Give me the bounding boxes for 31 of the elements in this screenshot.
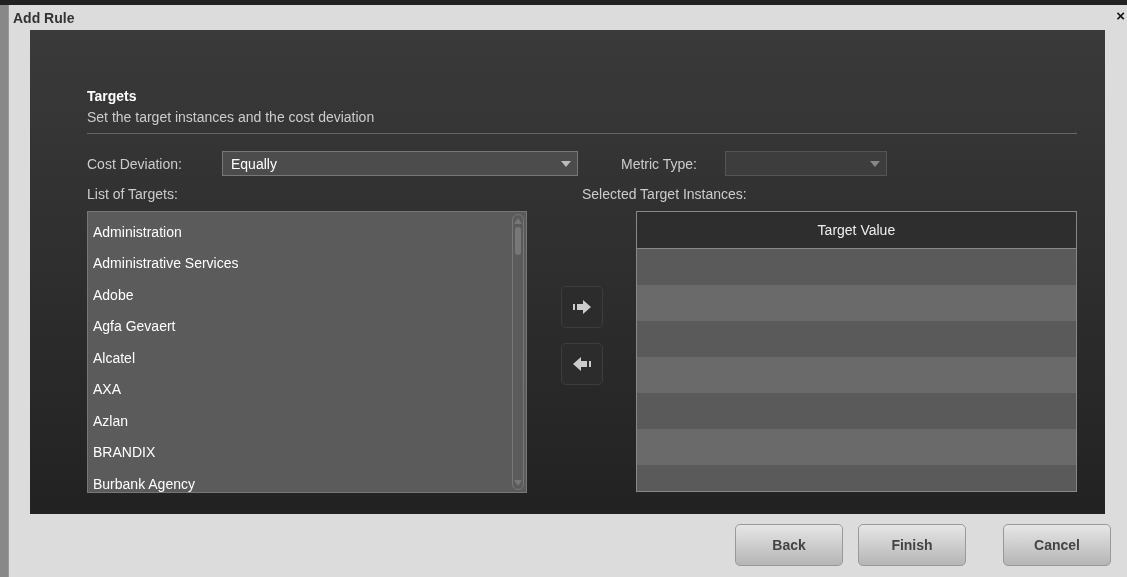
scroll-up-icon[interactable] <box>513 217 524 225</box>
list-item[interactable]: Administrative Services <box>88 247 513 279</box>
scroll-thumb[interactable] <box>515 227 522 255</box>
window-title: Add Rule <box>13 9 75 26</box>
list-item[interactable]: Alcatel <box>88 342 513 374</box>
scroll-down-icon[interactable] <box>513 479 524 487</box>
list-item[interactable]: Adobe <box>88 279 513 311</box>
list-item[interactable]: Agfa Gevaert <box>88 310 513 342</box>
list-item[interactable]: Burbank Agency <box>88 468 513 500</box>
dialog-button[interactable]: Cancel <box>1003 524 1111 566</box>
list-item[interactable]: Administration <box>88 216 513 248</box>
right-arrow-icon <box>571 300 592 314</box>
list-item[interactable]: Azlan <box>88 405 513 437</box>
caret-icon <box>870 160 880 167</box>
section-subtitle: Set the target instances and the cost deviation <box>87 109 376 125</box>
dialog-button[interactable]: Finish <box>858 524 966 566</box>
list-item[interactable]: BRANDIX <box>88 436 513 468</box>
left-arrow-icon <box>571 357 592 371</box>
list-item[interactable]: AXA <box>88 373 513 405</box>
list-label: Selected Target Instances: <box>582 186 748 204</box>
field-label: Cost Deviation: <box>87 155 183 172</box>
section-title: Targets <box>87 88 138 104</box>
cost-deviation-dropdown[interactable]: Equally <box>222 151 578 176</box>
list-label: List of Targets: <box>87 186 179 204</box>
remove-arrow-button[interactable] <box>560 343 603 385</box>
add-arrow-button[interactable] <box>560 286 603 328</box>
field-label: Metric Type: <box>621 155 698 172</box>
column-header: Target Value <box>816 221 897 240</box>
caret-icon <box>561 160 571 167</box>
dialog-button[interactable]: Back <box>735 524 843 566</box>
close-button[interactable]: × <box>1114 7 1127 24</box>
